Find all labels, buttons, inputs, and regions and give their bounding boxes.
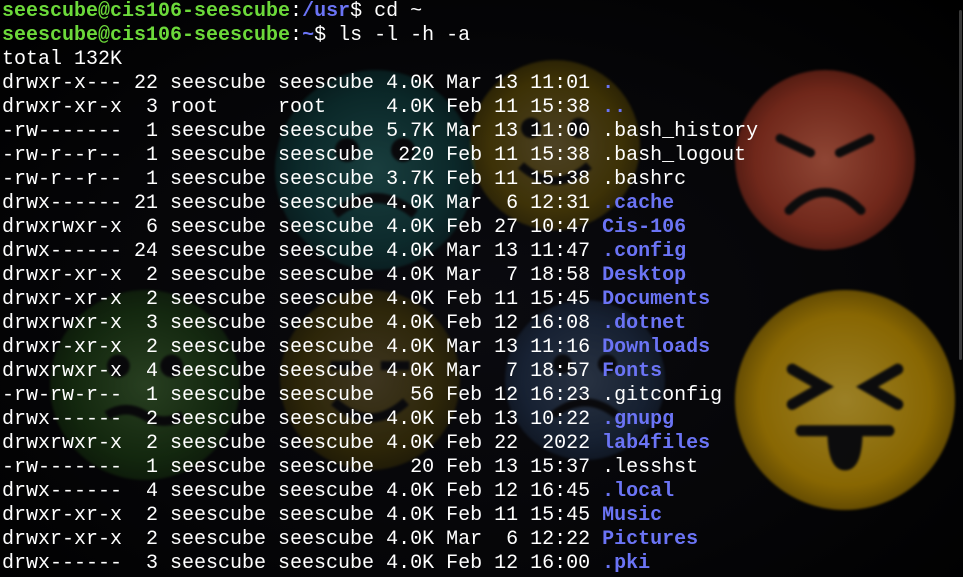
listing-row: drwxr-x--- 22 seescube seescube 4.0K Mar… bbox=[2, 72, 758, 96]
directory-name: .pki bbox=[602, 552, 651, 575]
directory-name: .gnupg bbox=[602, 408, 675, 431]
listing-meta: -rw------- 1 seescube seescube 5.7K Mar … bbox=[2, 120, 603, 143]
prompt-symbol: $ bbox=[314, 24, 339, 47]
listing-meta: drwx------ 4 seescube seescube 4.0K Feb … bbox=[2, 480, 603, 503]
frown-face-icon bbox=[735, 70, 915, 250]
listing-row: drwxr-xr-x 2 seescube seescube 4.0K Mar … bbox=[2, 264, 758, 288]
scrollbar-thumb[interactable] bbox=[959, 10, 962, 360]
directory-name: Documents bbox=[602, 288, 711, 311]
listing-meta: drwxrwxr-x 2 seescube seescube 4.0K Feb … bbox=[2, 432, 603, 455]
listing-meta: drwxrwxr-x 6 seescube seescube 4.0K Feb … bbox=[2, 216, 603, 239]
listing-meta: drwxr-xr-x 2 seescube seescube 4.0K Mar … bbox=[2, 528, 603, 551]
listing-row: drwxrwxr-x 4 seescube seescube 4.0K Mar … bbox=[2, 360, 758, 384]
scrollbar[interactable] bbox=[957, 0, 963, 577]
listing-row: drwxrwxr-x 3 seescube seescube 4.0K Feb … bbox=[2, 312, 758, 336]
file-name: .bash_history bbox=[602, 120, 759, 143]
prompt-command: ls -l -h -a bbox=[338, 24, 471, 47]
prompt-command: cd ~ bbox=[374, 0, 423, 23]
listing-row: -rw------- 1 seescube seescube 5.7K Mar … bbox=[2, 120, 758, 144]
file-name: .lesshst bbox=[602, 456, 699, 479]
directory-name: Cis-106 bbox=[602, 216, 687, 239]
listing-meta: -rw-r--r-- 1 seescube seescube 3.7K Feb … bbox=[2, 168, 603, 191]
directory-name: .dotnet bbox=[602, 312, 687, 335]
listing-meta: -rw------- 1 seescube seescube 20 Feb 13… bbox=[2, 456, 603, 479]
listing-row: drwxr-xr-x 3 root root 4.0K Feb 11 15:38… bbox=[2, 96, 758, 120]
directory-name: Pictures bbox=[602, 528, 699, 551]
directory-name: .config bbox=[602, 240, 687, 263]
directory-name: . bbox=[602, 72, 615, 95]
listing-meta: drwxr-xr-x 3 root root 4.0K Feb 11 15:38 bbox=[2, 96, 603, 119]
listing-row: drwx------ 21 seescube seescube 4.0K Mar… bbox=[2, 192, 758, 216]
file-name: .bash_logout bbox=[602, 144, 747, 167]
listing-meta: drwx------ 24 seescube seescube 4.0K Mar… bbox=[2, 240, 603, 263]
listing-meta: drwxr-x--- 22 seescube seescube 4.0K Mar… bbox=[2, 72, 603, 95]
listing-row: drwxrwxr-x 2 seescube seescube 4.0K Feb … bbox=[2, 432, 758, 456]
file-name: .gitconfig bbox=[602, 384, 723, 407]
prompt-path: /usr bbox=[302, 0, 351, 23]
listing-meta: drwxr-xr-x 2 seescube seescube 4.0K Mar … bbox=[2, 264, 603, 287]
listing-row: -rw-r--r-- 1 seescube seescube 3.7K Feb … bbox=[2, 168, 758, 192]
prompt-user: seescube@cis106-seescube bbox=[2, 24, 291, 47]
directory-name: Desktop bbox=[602, 264, 687, 287]
listing-row: drwx------ 4 seescube seescube 4.0K Feb … bbox=[2, 480, 758, 504]
file-name: .bashrc bbox=[602, 168, 687, 191]
listing-meta: drwx------ 21 seescube seescube 4.0K Mar… bbox=[2, 192, 603, 215]
directory-name: Music bbox=[602, 504, 663, 527]
directory-name: .. bbox=[602, 96, 627, 119]
terminal-window[interactable]: seescube@cis106-seescube:/usr$ cd ~ seesc… bbox=[0, 0, 963, 577]
listing-meta: drwxrwxr-x 3 seescube seescube 4.0K Feb … bbox=[2, 312, 603, 335]
listing-row: drwx------ 3 seescube seescube 4.0K Feb … bbox=[2, 552, 758, 576]
directory-name: lab4files bbox=[602, 432, 711, 455]
directory-name: Downloads bbox=[602, 336, 711, 359]
listing-row: -rw-rw-r-- 1 seescube seescube 56 Feb 12… bbox=[2, 384, 758, 408]
prompt-symbol: $ bbox=[350, 0, 375, 23]
directory-name: Fonts bbox=[602, 360, 663, 383]
listing-row: drwxr-xr-x 2 seescube seescube 4.0K Feb … bbox=[2, 504, 758, 528]
listing-row: drwxrwxr-x 6 seescube seescube 4.0K Feb … bbox=[2, 216, 758, 240]
listing-row: -rw-r--r-- 1 seescube seescube 220 Feb 1… bbox=[2, 144, 758, 168]
listing-row: drwxr-xr-x 2 seescube seescube 4.0K Mar … bbox=[2, 528, 758, 552]
listing-meta: drwx------ 3 seescube seescube 4.0K Feb … bbox=[2, 552, 603, 575]
listing-row: drwx------ 2 seescube seescube 4.0K Feb … bbox=[2, 408, 758, 432]
listing-meta: drwx------ 2 seescube seescube 4.0K Feb … bbox=[2, 408, 603, 431]
terminal-output[interactable]: seescube@cis106-seescube:/usr$ cd ~ seesc… bbox=[2, 0, 758, 576]
listing-row: drwx------ 24 seescube seescube 4.0K Mar… bbox=[2, 240, 758, 264]
listing-meta: -rw-rw-r-- 1 seescube seescube 56 Feb 12… bbox=[2, 384, 603, 407]
prompt-separator: : bbox=[290, 0, 303, 23]
listing-meta: -rw-r--r-- 1 seescube seescube 220 Feb 1… bbox=[2, 144, 603, 167]
listing-meta: drwxr-xr-x 2 seescube seescube 4.0K Feb … bbox=[2, 288, 603, 311]
total-line: total 132K bbox=[2, 48, 123, 71]
prompt-path: ~ bbox=[302, 24, 315, 47]
listing-row: drwxr-xr-x 2 seescube seescube 4.0K Mar … bbox=[2, 336, 758, 360]
listing-row: -rw------- 1 seescube seescube 20 Feb 13… bbox=[2, 456, 758, 480]
prompt-line: seescube@cis106-seescube:/usr$ cd ~ bbox=[2, 0, 758, 24]
listing-meta: drwxr-xr-x 2 seescube seescube 4.0K Mar … bbox=[2, 336, 603, 359]
prompt-user: seescube@cis106-seescube bbox=[2, 0, 291, 23]
directory-name: .local bbox=[602, 480, 675, 503]
listing-row: drwxr-xr-x 2 seescube seescube 4.0K Feb … bbox=[2, 288, 758, 312]
squint-tongue-face-icon bbox=[735, 290, 955, 510]
prompt-separator: : bbox=[290, 24, 303, 47]
prompt-line: seescube@cis106-seescube:~$ ls -l -h -a bbox=[2, 24, 758, 48]
listing-meta: drwxr-xr-x 2 seescube seescube 4.0K Feb … bbox=[2, 504, 603, 527]
directory-name: .cache bbox=[602, 192, 675, 215]
listing-meta: drwxrwxr-x 4 seescube seescube 4.0K Mar … bbox=[2, 360, 603, 383]
